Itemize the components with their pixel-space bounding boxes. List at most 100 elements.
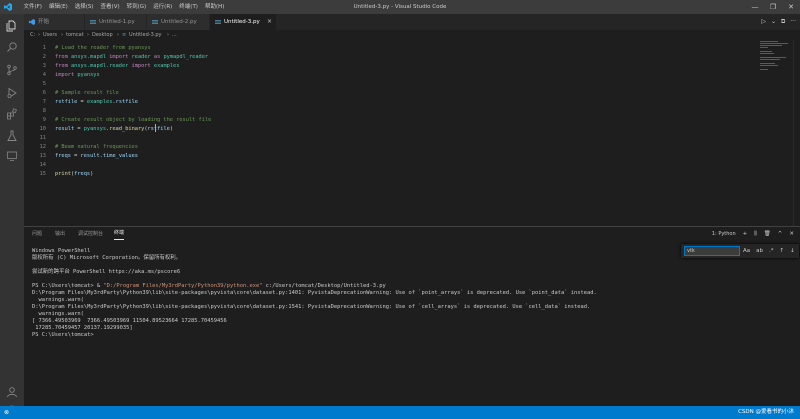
code-token: )	[169, 126, 174, 132]
code-text: print(freqs)	[55, 170, 93, 179]
minimize-button[interactable]: —	[746, 0, 764, 14]
line-number: 3	[42, 63, 46, 69]
line-number: 13	[39, 153, 46, 159]
close-window-button[interactable]: ✕	[782, 0, 800, 14]
terminal-selector-dropdown[interactable]: 1: Python	[712, 231, 736, 237]
line-number: 12	[39, 144, 46, 150]
text-cursor	[155, 124, 156, 132]
breadcrumb-item[interactable]: tomcat	[66, 30, 84, 40]
tab-output[interactable]: 输出	[55, 227, 65, 241]
menu-run[interactable]: 运行(R)	[150, 0, 176, 14]
minimap-line	[760, 47, 768, 48]
terminal-line: warnings.warn(	[32, 311, 83, 318]
code-token: freqs	[74, 171, 91, 177]
terminal-line: warnings.warn(	[32, 297, 83, 304]
match-case-icon[interactable]: Aa	[743, 246, 750, 256]
breadcrumb-item[interactable]: Untitled-3.py	[129, 30, 162, 40]
code-token: # Load the reader from pyansys	[55, 45, 151, 51]
tab-terminal[interactable]: 终端	[114, 227, 125, 240]
minimap-line	[760, 63, 775, 64]
maximize-button[interactable]: ❐	[764, 0, 782, 14]
minimap-line	[760, 59, 780, 60]
menu-help[interactable]: 帮助(H)	[201, 0, 227, 14]
title-bar: 文件(F) 编辑(E) 选择(S) 查看(V) 转到(G) 运行(R) 终端(T…	[0, 0, 800, 14]
breadcrumb-item[interactable]: Desktop	[92, 30, 113, 40]
line-number: 2	[42, 54, 46, 60]
code-token: ansys.mapdl.reader	[70, 63, 129, 69]
close-panel-icon[interactable]: ✕	[789, 231, 794, 237]
code-line: 9 # Create result object by loading the r…	[24, 116, 744, 125]
editor-scrollbar[interactable]	[793, 40, 800, 226]
code-token: result	[55, 126, 75, 132]
tab-untitled-3[interactable]: Untitled-3.py ×	[210, 14, 277, 30]
trash-icon[interactable]: 🗑	[764, 231, 771, 237]
terminal-line: PS C:\Users\tomcat> & "D:/Program Files/…	[32, 283, 386, 290]
flask-test-icon[interactable]	[6, 130, 18, 142]
run-dropdown-icon[interactable]: ⌄	[771, 14, 776, 30]
code-token: )	[90, 171, 94, 177]
minimap-line	[760, 65, 778, 66]
breadcrumb-item[interactable]: ...	[172, 30, 177, 40]
more-actions-icon[interactable]: ···	[790, 14, 796, 30]
code-line: 3 from ansys.mapdl.reader import examples	[24, 62, 744, 71]
source-control-icon[interactable]	[6, 64, 18, 76]
menu-go[interactable]: 转到(G)	[123, 0, 150, 14]
code-token: =	[77, 99, 87, 105]
match-whole-word-icon[interactable]: ab	[756, 246, 763, 256]
search-icon[interactable]	[6, 41, 18, 53]
remote-status-icon[interactable]: ⊗	[4, 406, 9, 419]
minimap-line	[760, 41, 778, 42]
terminal-text: D:\Program Files\My3rdParty\Python39\lib…	[32, 304, 591, 310]
maximize-panel-icon[interactable]: ^	[778, 231, 783, 237]
menu-view[interactable]: 查看(V)	[97, 0, 123, 14]
line-number: 11	[39, 135, 46, 141]
code-text: from ansys.mapdl.reader import examples	[55, 62, 179, 71]
tab-untitled-2[interactable]: Untitled-2.py	[147, 14, 210, 30]
line-number: 6	[42, 90, 46, 96]
editor-tab-bar: 开始 Untitled-1.py Untitled-2.py Untitled-…	[24, 14, 800, 30]
split-terminal-icon[interactable]: ⫼	[754, 231, 757, 238]
previous-match-icon[interactable]: ↑	[780, 246, 785, 256]
bottom-panel: 问题 输出 调试控制台 终端 1: Python + ⫼ 🗑 ^ ✕ vtk A…	[24, 226, 800, 406]
code-token: ansys.mapdl	[70, 54, 107, 60]
menu-terminal[interactable]: 终端(T)	[176, 0, 202, 14]
new-terminal-icon[interactable]: +	[743, 231, 748, 237]
code-text: # Beam natural frequencies	[55, 143, 138, 152]
minimap[interactable]	[760, 40, 792, 80]
menu-edit[interactable]: 编辑(E)	[45, 0, 71, 14]
code-text: rstfile = examples.rstfile	[55, 98, 138, 107]
terminal-line: Windows PowerShell	[32, 248, 90, 255]
tab-label: Untitled-1.py	[99, 19, 135, 25]
vscode-logo-icon	[4, 3, 12, 11]
split-editor-icon[interactable]: ⧉	[781, 14, 785, 30]
code-editor[interactable]: 1 # Load the reader from pyansys 2 from ans…	[24, 40, 760, 226]
run-python-file-icon[interactable]: ▷	[761, 14, 766, 30]
menu-selection[interactable]: 选择(S)	[71, 0, 97, 14]
find-input[interactable]: vtk	[684, 246, 740, 256]
line-number: 9	[42, 117, 46, 123]
tab-untitled-1[interactable]: Untitled-1.py	[85, 14, 147, 30]
remote-explorer-icon[interactable]	[6, 150, 18, 162]
tab-debug-console[interactable]: 调试控制台	[78, 227, 103, 241]
account-icon[interactable]	[6, 386, 18, 398]
code-text: import pyansys	[55, 71, 100, 80]
tab-welcome[interactable]: 开始	[24, 14, 85, 30]
watermark-text: CSDN @爱看书的小沐	[738, 409, 794, 415]
explorer-icon[interactable]	[6, 20, 18, 32]
terminal-text: PS C:\Users\tomcat>	[32, 332, 94, 338]
next-match-icon[interactable]: ↓	[790, 246, 795, 256]
regex-icon[interactable]: .*	[769, 246, 774, 256]
line-number: 1	[42, 45, 46, 51]
terminal-text: [ 7366.49503969 7366.49503969 11504.8952…	[32, 318, 227, 324]
line-number: 8	[42, 108, 46, 114]
menu-file[interactable]: 文件(F)	[20, 0, 45, 14]
run-debug-icon[interactable]	[6, 87, 18, 99]
extensions-icon[interactable]	[6, 108, 18, 120]
code-line: 5	[24, 80, 744, 89]
breadcrumb-item[interactable]: Users	[43, 30, 57, 40]
breadcrumb-item[interactable]: C:	[30, 30, 35, 40]
chevron-right-icon: ›	[87, 32, 89, 38]
tab-problems[interactable]: 问题	[32, 227, 42, 241]
close-tab-icon[interactable]: ×	[267, 14, 272, 30]
code-token: read_binary	[109, 126, 145, 132]
